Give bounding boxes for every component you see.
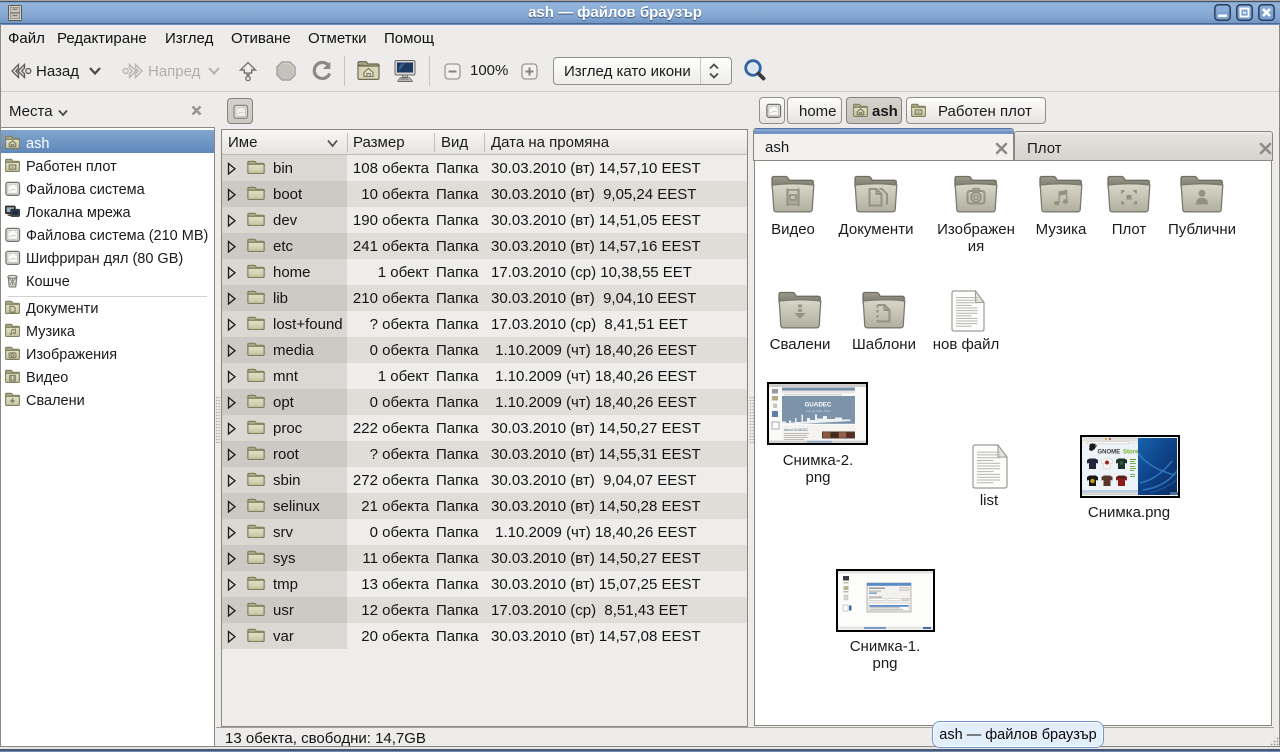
svg-text:Store: Store	[1123, 450, 1139, 456]
svg-text:July 24-30th, 2010: July 24-30th, 2010	[806, 409, 831, 413]
svg-text:About GUADEC: About GUADEC	[784, 428, 809, 432]
svg-text:GNOME: GNOME	[1098, 450, 1121, 456]
svg-text:GUADEC: GUADEC	[805, 402, 832, 409]
